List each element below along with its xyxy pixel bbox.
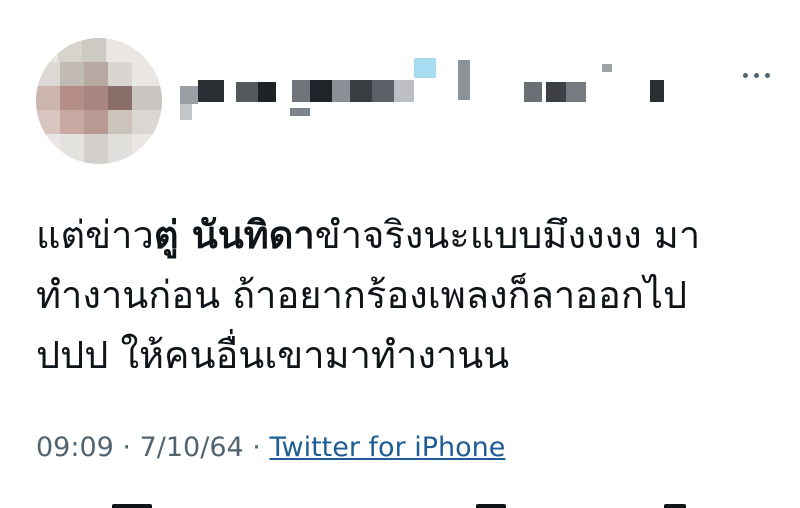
- separator: ·: [252, 432, 261, 463]
- more-options-button[interactable]: [734, 60, 778, 90]
- next-row-cut-off: [0, 496, 800, 508]
- avatar[interactable]: [36, 38, 162, 164]
- tweet-time[interactable]: 09:09: [36, 432, 114, 463]
- tweet-source-link[interactable]: Twitter for iPhone: [269, 432, 505, 463]
- tweet-header: [0, 0, 800, 170]
- tweet-mention[interactable]: ตู่ นันทิดา: [154, 213, 315, 257]
- tweet-date[interactable]: 7/10/64: [140, 432, 244, 463]
- separator: ·: [122, 432, 131, 463]
- tweet-metadata: 09:09 · 7/10/64 · Twitter for iPhone: [36, 432, 505, 463]
- tweet-text-before: แต่ข่าว: [36, 213, 154, 257]
- tweet-text: แต่ข่าวตู่ นันทิดาขำจริงนะแบบมึงงงง มา ท…: [36, 205, 776, 385]
- more-horizontal-icon: [742, 72, 748, 78]
